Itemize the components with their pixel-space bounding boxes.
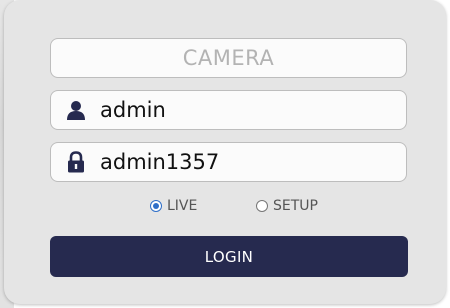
camera-name-field[interactable]: CAMERA — [50, 38, 407, 78]
lock-icon — [66, 151, 86, 173]
setup-radio[interactable]: SETUP — [256, 198, 318, 214]
username-value: admin — [100, 98, 166, 122]
user-icon — [66, 99, 86, 121]
live-radio[interactable]: LIVE — [150, 198, 197, 214]
setup-label: SETUP — [273, 198, 318, 214]
camera-name-text: CAMERA — [182, 46, 275, 70]
password-field[interactable]: admin1357 — [50, 142, 407, 182]
radio-checked-icon — [150, 200, 162, 212]
password-value: admin1357 — [100, 150, 220, 174]
live-label: LIVE — [167, 198, 198, 214]
mode-selector: LIVE SETUP — [0, 198, 450, 220]
username-field[interactable]: admin — [50, 90, 407, 130]
login-button[interactable]: LOGIN — [50, 236, 408, 277]
radio-unchecked-icon — [256, 200, 268, 212]
